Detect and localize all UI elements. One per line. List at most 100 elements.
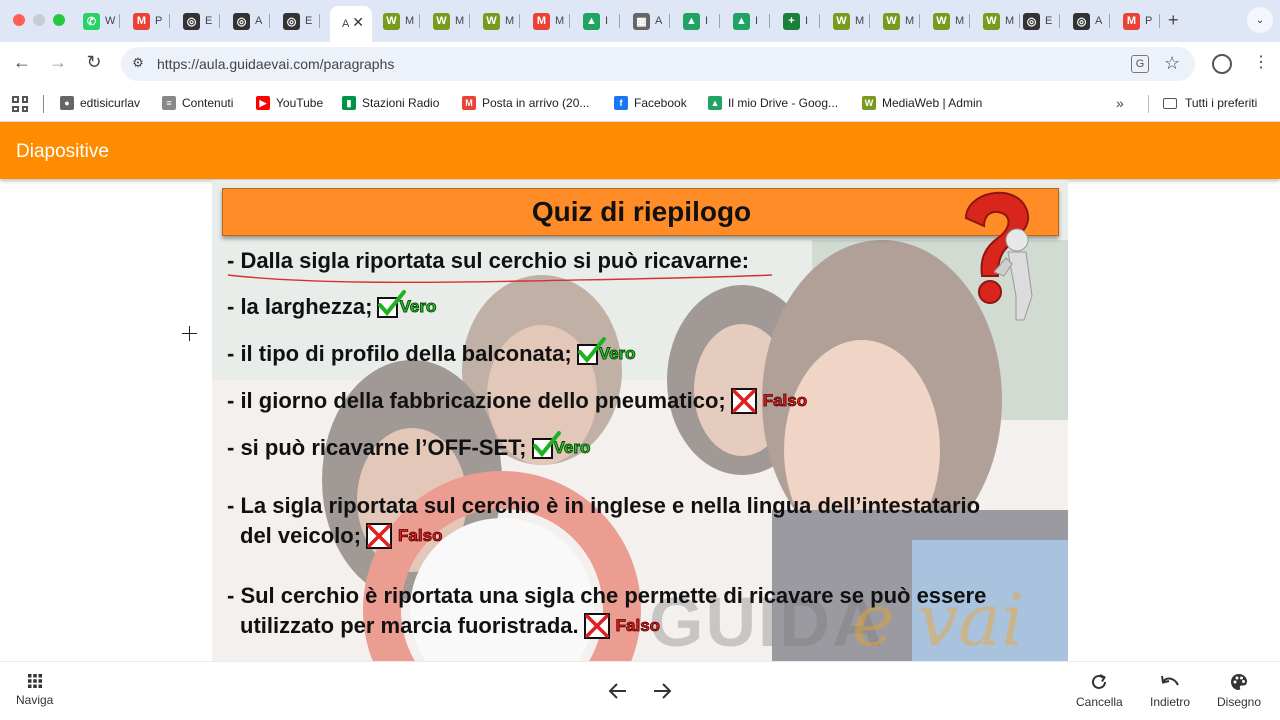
steering-wheel-icon: ◎ bbox=[1023, 12, 1040, 30]
address-bar[interactable]: ⚙ https://aula.guidaevai.com/paragraphs … bbox=[121, 47, 1195, 81]
browser-toolbar: ← → ↻ ⚙ https://aula.guidaevai.com/parag… bbox=[0, 42, 1280, 86]
cancel-button[interactable]: Cancella bbox=[1076, 673, 1123, 709]
browser-tab[interactable]: WM bbox=[376, 8, 420, 34]
quiz-item: - il giorno della fabbricazione dello pn… bbox=[227, 388, 808, 414]
translate-icon[interactable]: G bbox=[1131, 55, 1149, 73]
mediaweb-icon: W bbox=[983, 12, 1000, 30]
bookmark-label: Posta in arrivo (20... bbox=[482, 96, 590, 110]
bookmark-item[interactable]: ≡ Contenuti bbox=[162, 96, 233, 110]
bookmark-item[interactable]: M Posta in arrivo (20... bbox=[462, 96, 589, 110]
back-button[interactable]: ← bbox=[10, 52, 34, 73]
mediaweb-icon: W bbox=[933, 12, 950, 30]
browser-tab[interactable]: ◎ A bbox=[1066, 8, 1110, 34]
quiz-item-text-line1: - La sigla riportata sul cerchio è in in… bbox=[227, 493, 981, 518]
mediaweb-icon: W bbox=[433, 12, 450, 30]
quiz-item-text: - si può ricavarne l’OFF-SET; bbox=[227, 435, 527, 460]
browser-tab-active[interactable]: A ✕ bbox=[330, 6, 372, 42]
browser-tab[interactable]: WM bbox=[926, 8, 970, 34]
next-slide-icon[interactable] bbox=[650, 679, 674, 703]
browser-tab[interactable]: ▲ I bbox=[726, 8, 770, 34]
window-minimize-button[interactable] bbox=[33, 14, 45, 26]
apps-grid-icon[interactable] bbox=[12, 96, 28, 112]
mediaweb-icon: W bbox=[862, 96, 876, 110]
question-mark-icon bbox=[964, 191, 1033, 321]
browser-tab[interactable]: ◎ E bbox=[1016, 8, 1060, 34]
quiz-item-text-line1: - Sul cerchio è riportata una sigla che … bbox=[227, 583, 987, 608]
browser-tab[interactable]: ▦ A bbox=[626, 8, 670, 34]
draw-button[interactable]: Disegno bbox=[1217, 673, 1261, 709]
browser-tab[interactable]: ▲ I bbox=[676, 8, 720, 34]
cross-box-icon bbox=[366, 523, 393, 549]
steering-wheel-icon: ◎ bbox=[283, 12, 300, 30]
browser-tab[interactable]: ▲ I bbox=[576, 8, 620, 34]
youtube-icon: ▶ bbox=[256, 96, 270, 110]
bookmark-star-icon[interactable]: ☆ bbox=[1164, 53, 1180, 74]
checkbox-icon bbox=[576, 336, 606, 365]
bookmark-item[interactable]: ● edtisicurlav bbox=[60, 96, 140, 110]
all-bookmarks-button[interactable]: Tutti i preferiti bbox=[1163, 96, 1257, 110]
handwritten-underline bbox=[227, 274, 773, 284]
address-bar-url[interactable]: https://aula.guidaevai.com/paragraphs bbox=[157, 56, 394, 72]
falso-mark: Falso bbox=[366, 521, 443, 551]
browser-tab[interactable]: ◎ A bbox=[226, 8, 270, 34]
bookmark-item[interactable]: f Facebook bbox=[614, 96, 687, 110]
browser-tab[interactable]: MP bbox=[126, 8, 170, 34]
close-tab-icon[interactable]: ✕ bbox=[352, 14, 364, 31]
whatsapp-icon: ✆ bbox=[83, 12, 100, 30]
forward-button[interactable]: → bbox=[46, 52, 70, 73]
browser-tab[interactable]: WM bbox=[876, 8, 920, 34]
bookmark-item[interactable]: W MediaWeb | Admin bbox=[862, 96, 982, 110]
bookmark-label: Contenuti bbox=[182, 96, 234, 110]
tab-title: A bbox=[255, 15, 263, 27]
browser-tab[interactable]: WM bbox=[426, 8, 470, 34]
window-close-button[interactable] bbox=[13, 14, 25, 26]
browser-tab[interactable]: MP bbox=[1116, 8, 1160, 34]
slide-canvas[interactable]: GUIDA e vai Quiz di riepilogo - Dalla si… bbox=[212, 180, 1068, 661]
browser-tab[interactable]: MM bbox=[526, 8, 570, 34]
undo-label: Indietro bbox=[1150, 695, 1191, 709]
bookmark-item[interactable]: ▮ Stazioni Radio bbox=[342, 96, 439, 110]
browser-menu-icon[interactable]: ⋮ bbox=[1253, 52, 1269, 72]
quiz-question: - Dalla sigla riportata sul cerchio si p… bbox=[227, 248, 750, 273]
google-drive-icon: ▲ bbox=[583, 12, 600, 30]
mediaweb-icon: W bbox=[833, 12, 850, 30]
checkbox-icon bbox=[531, 430, 561, 459]
site-info-icon[interactable]: ⚙ bbox=[129, 55, 147, 73]
browser-tab[interactable]: WM bbox=[976, 8, 1020, 34]
falso-label: Falso bbox=[615, 616, 661, 636]
bookmark-item[interactable]: ▶ YouTube bbox=[256, 96, 323, 110]
tab-title: A bbox=[342, 18, 350, 30]
browser-tab[interactable]: WM bbox=[476, 8, 520, 34]
gmail-icon: M bbox=[462, 96, 476, 110]
tab-search-button[interactable]: ⌄ bbox=[1247, 7, 1273, 33]
browser-tab[interactable]: ✆ W bbox=[76, 8, 120, 34]
italy-flag-icon: ▮ bbox=[342, 96, 356, 110]
nav-button[interactable]: Naviga bbox=[16, 673, 53, 707]
tab-title: I bbox=[605, 15, 609, 27]
more-bookmarks-icon[interactable]: » bbox=[1116, 95, 1124, 111]
browser-tab[interactable]: ◎ E bbox=[276, 8, 320, 34]
tab-title: M bbox=[405, 15, 415, 27]
all-bookmarks-label: Tutti i preferiti bbox=[1185, 96, 1258, 110]
bookmark-label: Il mio Drive - Goog... bbox=[728, 96, 839, 110]
browser-tab[interactable]: + I bbox=[776, 8, 820, 34]
previous-slide-icon[interactable] bbox=[606, 679, 630, 703]
bookmarks-separator bbox=[1148, 95, 1149, 113]
google-drive-icon: ▲ bbox=[683, 12, 700, 30]
browser-tab[interactable]: ◎ E bbox=[176, 8, 220, 34]
bookmarks-separator bbox=[43, 95, 44, 113]
undo-button[interactable]: Indietro bbox=[1150, 673, 1190, 709]
bookmarks-bar: ● edtisicurlav ≡ Contenuti ▶ YouTube ▮ Stazioni… bbox=[0, 86, 1280, 122]
crosshair-cursor-icon bbox=[182, 326, 197, 341]
new-tab-button[interactable]: + bbox=[1168, 10, 1179, 31]
reload-button[interactable]: ↻ bbox=[82, 52, 106, 73]
bookmark-item[interactable]: ▲ Il mio Drive - Goog... bbox=[708, 96, 838, 110]
tab-title: E bbox=[1045, 15, 1053, 27]
vero-mark: Vero bbox=[531, 430, 591, 459]
nav-label: Naviga bbox=[16, 693, 54, 707]
tab-title: E bbox=[305, 15, 313, 27]
refresh-icon bbox=[1092, 674, 1107, 689]
window-zoom-button[interactable] bbox=[53, 14, 65, 26]
profile-icon[interactable] bbox=[1212, 54, 1232, 74]
browser-tab[interactable]: WM bbox=[826, 8, 870, 34]
